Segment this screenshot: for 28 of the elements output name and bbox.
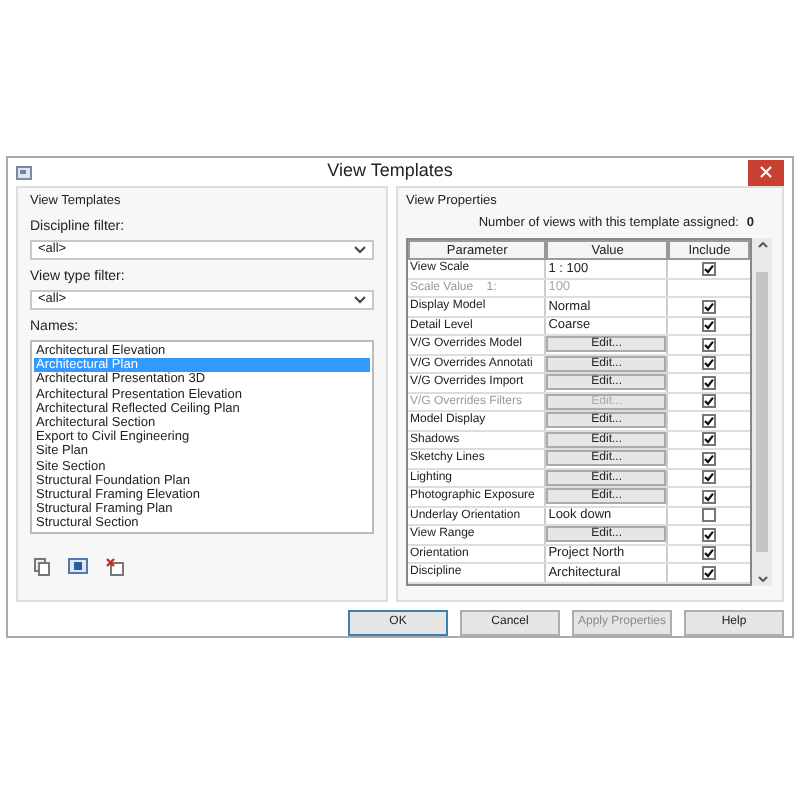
include-checkbox[interactable] — [702, 299, 717, 314]
include-checkbox[interactable] — [702, 451, 717, 466]
close-icon — [760, 166, 772, 178]
include-checkbox[interactable] — [702, 508, 717, 523]
include-checkbox[interactable] — [702, 432, 717, 447]
include-checkbox[interactable] — [702, 261, 717, 276]
scroll-thumb[interactable] — [756, 271, 768, 552]
include-checkbox[interactable] — [702, 375, 717, 390]
include-checkbox[interactable] — [702, 546, 717, 561]
duplicate-icon[interactable] — [34, 558, 50, 576]
include-checkbox[interactable] — [702, 489, 717, 504]
scrollbar[interactable] — [752, 238, 772, 585]
include-checkbox[interactable] — [702, 413, 717, 428]
scroll-up-icon[interactable] — [757, 242, 767, 248]
chevron-icon — [354, 246, 366, 254]
include-checkbox[interactable] — [702, 318, 717, 333]
delete-icon[interactable] — [106, 558, 124, 576]
app-icon — [16, 165, 32, 179]
include-checkbox[interactable] — [702, 356, 717, 371]
include-checkbox[interactable] — [702, 337, 717, 352]
include-checkbox[interactable] — [702, 470, 717, 485]
window-title: View Templates — [325, 158, 455, 185]
include-checkbox[interactable] — [702, 527, 717, 542]
close-button[interactable] — [748, 159, 784, 185]
scroll-down-icon[interactable] — [757, 575, 767, 581]
chevron-icon — [354, 296, 366, 304]
rename-icon[interactable] — [68, 558, 88, 574]
include-checkbox[interactable] — [702, 565, 717, 580]
